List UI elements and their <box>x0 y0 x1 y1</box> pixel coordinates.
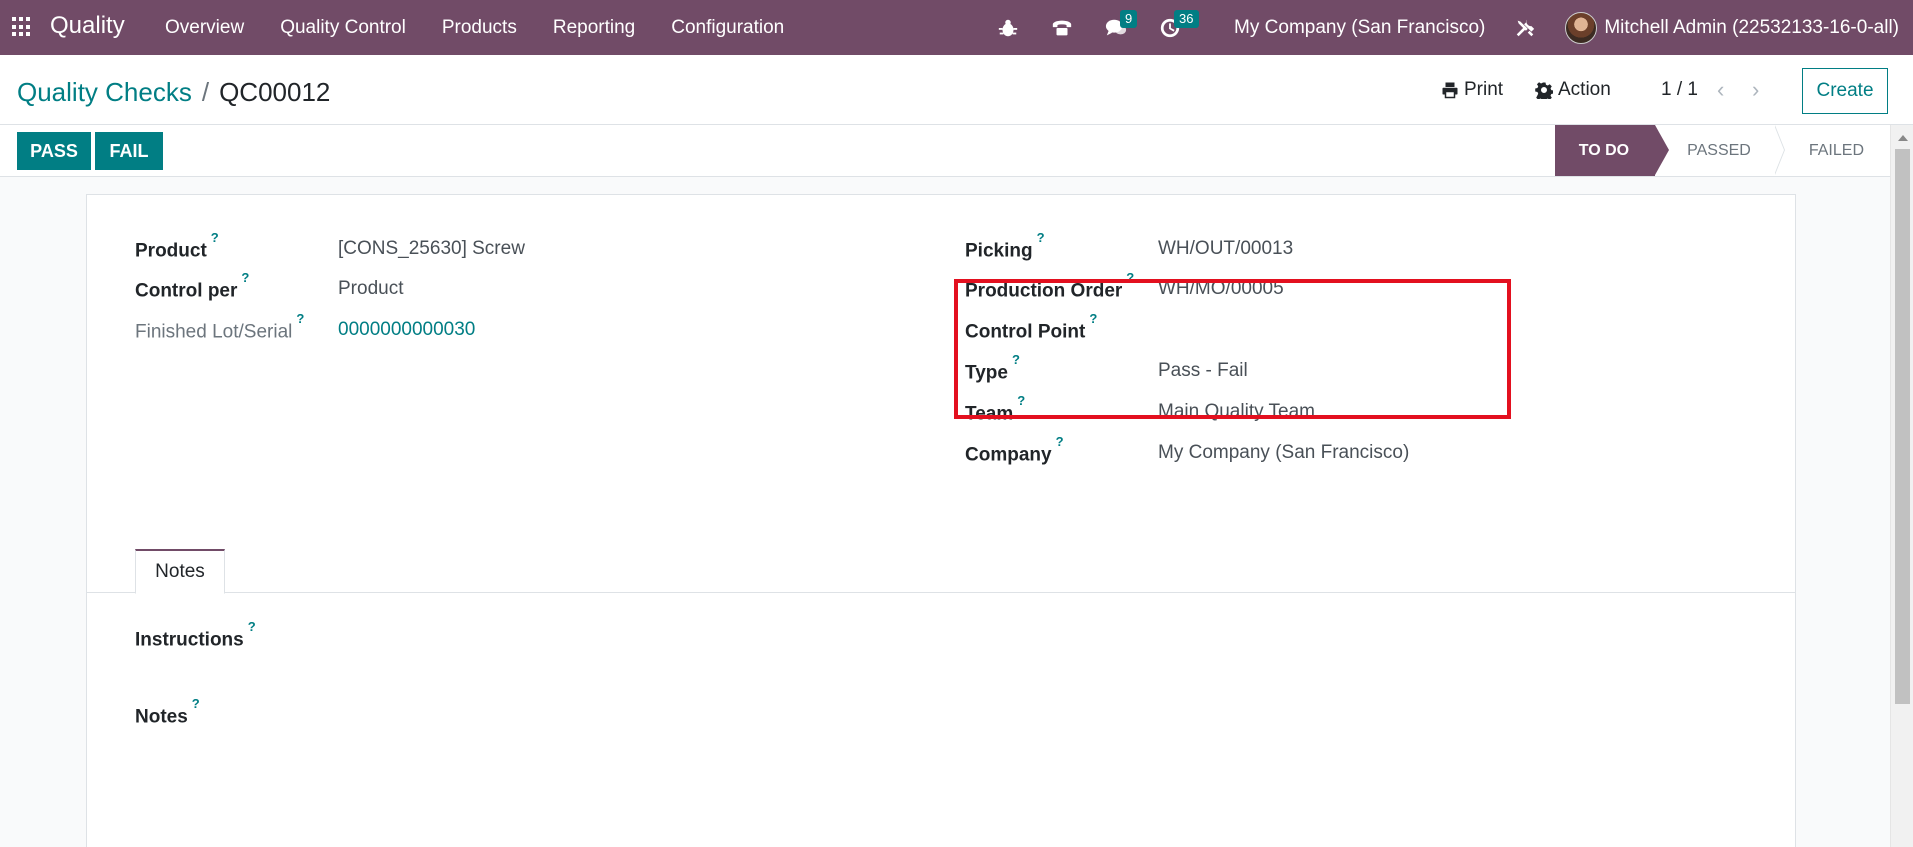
company-help-icon[interactable]: ? <box>1056 434 1064 449</box>
stage-failed[interactable]: FAILED <box>1777 125 1890 176</box>
control-panel: Quality Checks / QC00012 Print Action 1 / … <box>0 55 1913 125</box>
user-menu[interactable]: Mitchell Admin (22532133-16-0-all) <box>1604 17 1899 39</box>
tab-notes[interactable]: Notes <box>135 549 225 594</box>
stage-to-do[interactable]: TO DO <box>1554 125 1670 176</box>
control-per-label: Control per? <box>135 270 250 302</box>
activities-count-badge: 36 <box>1174 9 1199 28</box>
pager-previous-icon[interactable]: ‹ <box>1717 77 1724 103</box>
phone-icon[interactable] <box>1050 16 1074 40</box>
pager-value[interactable]: 1 / 1 <box>1661 79 1698 101</box>
main-menu: Overview Quality Control Products Report… <box>165 0 820 55</box>
pager-next-icon[interactable]: › <box>1752 77 1759 103</box>
picking-value[interactable]: WH/OUT/00013 <box>1158 238 1293 260</box>
print-icon <box>1442 82 1458 99</box>
picking-help-icon[interactable]: ? <box>1037 230 1045 245</box>
activities-clock-icon[interactable]: 36 <box>1158 9 1199 40</box>
breadcrumb-separator: / <box>201 77 210 107</box>
print-label: Print <box>1464 79 1504 100</box>
notebook-tabs: Notes <box>87 549 1795 594</box>
instructions-help-icon[interactable]: ? <box>248 619 256 634</box>
systray: 9 36 My Company (San Francisco) Mitchell… <box>966 0 1899 55</box>
menu-item-products[interactable]: Products <box>442 17 517 39</box>
app-brand[interactable]: Quality <box>50 12 125 40</box>
action-button[interactable]: Action <box>1535 79 1611 101</box>
menu-item-quality-control[interactable]: Quality Control <box>280 17 406 39</box>
page-title: QC00012 <box>219 77 331 107</box>
breadcrumb: Quality Checks / QC00012 <box>17 77 330 108</box>
notes-help-icon[interactable]: ? <box>192 696 200 711</box>
scroll-up-arrow-icon[interactable] <box>1898 135 1908 141</box>
highlight-annotation-box <box>954 279 1511 419</box>
product-help-icon[interactable]: ? <box>211 230 219 245</box>
company-switcher[interactable]: My Company (San Francisco) <box>1234 17 1485 39</box>
menu-item-configuration[interactable]: Configuration <box>671 17 784 39</box>
menu-item-reporting[interactable]: Reporting <box>553 17 635 39</box>
apps-menu-icon[interactable] <box>12 17 32 37</box>
bug-icon[interactable] <box>996 16 1020 40</box>
form-statusbar: PASS FAIL TO DO PASSED FAILED <box>0 125 1890 177</box>
top-navbar: Quality Overview Quality Control Product… <box>0 0 1913 55</box>
messages-count-badge: 9 <box>1120 9 1138 28</box>
print-button[interactable]: Print <box>1441 79 1503 101</box>
finished-lot-serial-link[interactable]: 0000000000030 <box>338 319 475 341</box>
messages-icon[interactable]: 9 <box>1104 9 1138 40</box>
form-sheet: Product? [CONS_25630] Screw Control per?… <box>86 194 1796 847</box>
finished-lot-serial-label: Finished Lot/Serial? <box>135 311 305 343</box>
instructions-label: Instructions? <box>135 619 256 651</box>
picking-label: Picking? <box>965 230 1045 262</box>
notes-label: Notes? <box>135 696 200 728</box>
user-avatar[interactable] <box>1565 11 1598 44</box>
control-per-value[interactable]: Product <box>338 278 403 300</box>
menu-item-overview[interactable]: Overview <box>165 17 244 39</box>
stage-pipeline: TO DO PASSED FAILED <box>1554 125 1890 176</box>
finished-lot-help-icon[interactable]: ? <box>296 311 304 326</box>
stage-passed[interactable]: PASSED <box>1655 125 1785 176</box>
scrollbar-thumb[interactable] <box>1895 149 1910 704</box>
control-per-help-icon[interactable]: ? <box>241 270 249 285</box>
product-value[interactable]: [CONS_25630] Screw <box>338 238 525 260</box>
breadcrumb-quality-checks[interactable]: Quality Checks <box>17 77 192 107</box>
create-button[interactable]: Create <box>1802 68 1888 114</box>
vertical-scrollbar[interactable] <box>1890 125 1913 847</box>
debug-tools-icon[interactable] <box>1513 16 1537 40</box>
company-label: Company? <box>965 434 1064 466</box>
company-value[interactable]: My Company (San Francisco) <box>1158 442 1409 464</box>
fail-button[interactable]: FAIL <box>95 132 163 170</box>
gear-icon <box>1535 82 1553 99</box>
action-label: Action <box>1558 79 1611 100</box>
product-label: Product? <box>135 230 219 262</box>
pass-button[interactable]: PASS <box>17 132 91 170</box>
